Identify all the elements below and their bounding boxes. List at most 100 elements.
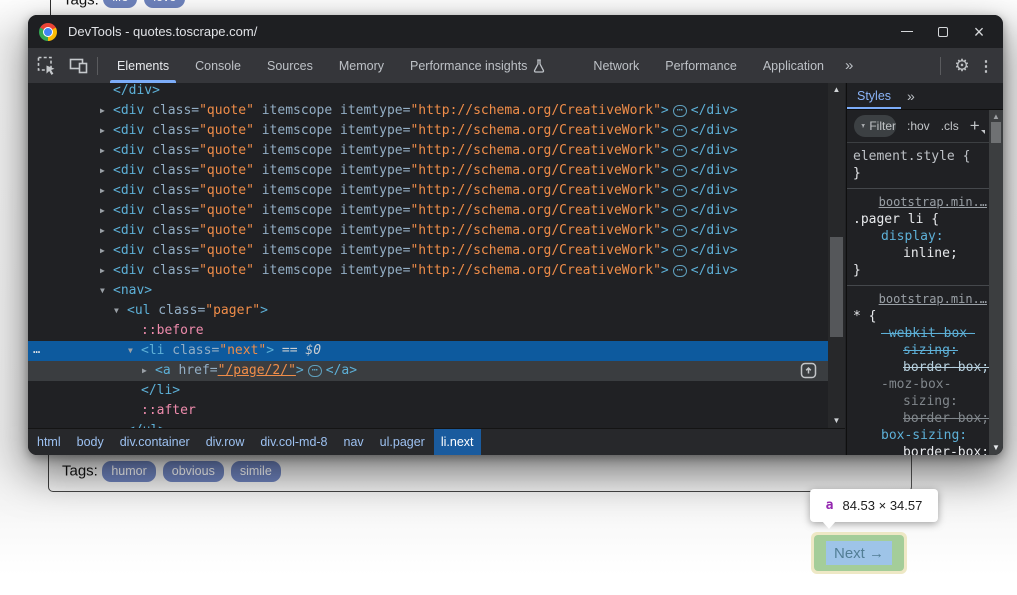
breadcrumb-item-ul-pager[interactable]: ul.pager: [373, 429, 432, 455]
tag-badge-obvious[interactable]: obvious: [163, 461, 224, 482]
tag-badge-simile[interactable]: simile: [231, 461, 281, 482]
css-selector[interactable]: .pager li {: [853, 211, 997, 228]
expand-inline-button[interactable]: ⋯: [673, 145, 687, 157]
toggle-hover-state-button[interactable]: :hov: [907, 119, 930, 133]
css-property[interactable]: -moz-box-sizing:: [881, 377, 958, 409]
expand-arrow-icon[interactable]: ▶: [100, 101, 105, 121]
scroll-up-arrow[interactable]: ▲: [828, 83, 845, 97]
tree-row[interactable]: ▶<div class="quote" itemscope itemtype="…: [28, 121, 828, 141]
scroll-into-view-button[interactable]: [800, 362, 818, 380]
tab-performance[interactable]: Performance: [652, 48, 750, 83]
titlebar[interactable]: DevTools - quotes.toscrape.com/ ×: [28, 15, 1003, 48]
scroll-down-arrow[interactable]: ▼: [989, 441, 1003, 455]
stylesheet-source-link[interactable]: bootstrap.min.…: [853, 291, 987, 308]
maximize-button[interactable]: [925, 15, 961, 48]
more-tabs-button[interactable]: »: [837, 57, 863, 74]
breadcrumb-item-li-next[interactable]: li.next: [434, 429, 481, 455]
new-style-rule-button[interactable]: +: [970, 116, 985, 136]
tab-styles[interactable]: Styles: [847, 83, 901, 109]
inspect-element-icon[interactable]: [32, 53, 60, 79]
styles-more-tabs-button[interactable]: »: [907, 88, 917, 104]
css-selector[interactable]: element.style {: [853, 148, 997, 165]
tree-row[interactable]: ▼<nav>: [28, 281, 828, 301]
tree-row[interactable]: …▼<li class="next"> == $0: [28, 341, 828, 361]
expand-arrow-icon[interactable]: ▶: [100, 261, 105, 281]
tree-row[interactable]: ▶<div class="quote" itemscope itemtype="…: [28, 181, 828, 201]
tree-row[interactable]: ▶<div class="quote" itemscope itemtype="…: [28, 221, 828, 241]
tree-row[interactable]: </ul>: [28, 421, 828, 428]
collapse-arrow-icon[interactable]: ▼: [114, 301, 119, 321]
close-button[interactable]: ×: [961, 15, 997, 48]
expand-inline-button[interactable]: ⋯: [673, 245, 687, 257]
scrollbar-thumb[interactable]: [991, 122, 1001, 143]
expand-arrow-icon[interactable]: ▶: [100, 201, 105, 221]
expand-arrow-icon[interactable]: ▶: [100, 241, 105, 261]
expand-arrow-icon[interactable]: ▶: [100, 221, 105, 241]
css-value[interactable]: border-box;: [903, 445, 989, 455]
css-property[interactable]: -webkit-box-sizing:: [881, 326, 975, 358]
stylesheet-source-link[interactable]: bootstrap.min.…: [853, 194, 987, 211]
scroll-down-arrow[interactable]: ▼: [828, 414, 845, 428]
tree-row[interactable]: ::before: [28, 321, 828, 341]
expand-inline-button[interactable]: ⋯: [673, 125, 687, 137]
tree-row[interactable]: ▶<div class="quote" itemscope itemtype="…: [28, 261, 828, 281]
css-value[interactable]: border-box;: [903, 411, 989, 426]
row-actions-hint[interactable]: …: [33, 339, 41, 359]
tree-row[interactable]: ▶<div class="quote" itemscope itemtype="…: [28, 201, 828, 221]
expand-arrow-icon[interactable]: ▶: [142, 361, 147, 381]
css-property[interactable]: display:: [881, 229, 944, 244]
css-declaration[interactable]: display: inline;: [853, 228, 997, 262]
expand-inline-button[interactable]: ⋯: [673, 265, 687, 277]
tag-badge-humor[interactable]: humor: [102, 461, 155, 482]
tab-console[interactable]: Console: [182, 48, 254, 83]
tab-application[interactable]: Application: [750, 48, 837, 83]
expand-inline-button[interactable]: ⋯: [673, 205, 687, 217]
expand-arrow-icon[interactable]: ▶: [100, 121, 105, 141]
collapse-arrow-icon[interactable]: ▼: [128, 341, 133, 361]
tree-row[interactable]: </li>: [28, 381, 828, 401]
css-property[interactable]: box-sizing:: [881, 428, 967, 443]
css-value[interactable]: border-box;: [903, 360, 989, 375]
styles-filter-input[interactable]: Filter: [854, 115, 896, 137]
minimize-button[interactable]: [889, 15, 925, 48]
css-selector[interactable]: * {: [853, 308, 997, 325]
tag-badge-love[interactable]: love: [144, 0, 185, 8]
tab-performance-insights[interactable]: Performance insights: [397, 48, 558, 83]
tree-row[interactable]: ::after: [28, 401, 828, 421]
settings-gear-icon[interactable]: ⚙: [949, 56, 975, 76]
next-link[interactable]: Next →: [826, 541, 892, 565]
css-declaration[interactable]: box-sizing: border-box;: [853, 427, 997, 455]
tree-row[interactable]: ▼<ul class="pager">: [28, 301, 828, 321]
css-declaration[interactable]: -webkit-box-sizing: border-box;: [853, 325, 997, 376]
breadcrumb-item-html[interactable]: html: [30, 429, 68, 455]
tag-badge-life[interactable]: life: [103, 0, 137, 8]
styles-scrollbar[interactable]: ▲ ▼: [989, 110, 1003, 455]
expand-inline-button[interactable]: ⋯: [673, 185, 687, 197]
tree-row[interactable]: </div>: [28, 83, 828, 101]
expand-inline-button[interactable]: ⋯: [308, 365, 322, 377]
expand-inline-button[interactable]: ⋯: [673, 165, 687, 177]
kebab-menu-icon[interactable]: ⋮: [975, 57, 997, 75]
breadcrumb-item-body[interactable]: body: [70, 429, 111, 455]
breadcrumb-item-div-container[interactable]: div.container: [113, 429, 197, 455]
expand-inline-button[interactable]: ⋯: [673, 225, 687, 237]
tab-memory[interactable]: Memory: [326, 48, 397, 83]
expand-arrow-icon[interactable]: ▶: [100, 141, 105, 161]
tree-row[interactable]: ▶<a href="/page/2/">⋯</a>: [28, 361, 828, 381]
tree-row[interactable]: ▶<div class="quote" itemscope itemtype="…: [28, 241, 828, 261]
tab-sources[interactable]: Sources: [254, 48, 326, 83]
breadcrumb-item-nav[interactable]: nav: [337, 429, 371, 455]
expand-arrow-icon[interactable]: ▶: [100, 161, 105, 181]
tree-row[interactable]: ▶<div class="quote" itemscope itemtype="…: [28, 161, 828, 181]
device-toolbar-icon[interactable]: [64, 53, 92, 79]
expand-inline-button[interactable]: ⋯: [673, 105, 687, 117]
scrollbar-thumb[interactable]: [830, 237, 843, 337]
breadcrumb-item-div-col-md-8[interactable]: div.col-md-8: [253, 429, 334, 455]
tab-network[interactable]: Network: [580, 48, 652, 83]
css-declaration[interactable]: -moz-box-sizing: border-box;: [853, 376, 997, 427]
tree-row[interactable]: ▶<div class="quote" itemscope itemtype="…: [28, 141, 828, 161]
tree-row[interactable]: ▶<div class="quote" itemscope itemtype="…: [28, 101, 828, 121]
tab-elements[interactable]: Elements: [104, 48, 182, 83]
toggle-classes-button[interactable]: .cls: [941, 119, 959, 133]
collapse-arrow-icon[interactable]: ▼: [100, 281, 105, 301]
